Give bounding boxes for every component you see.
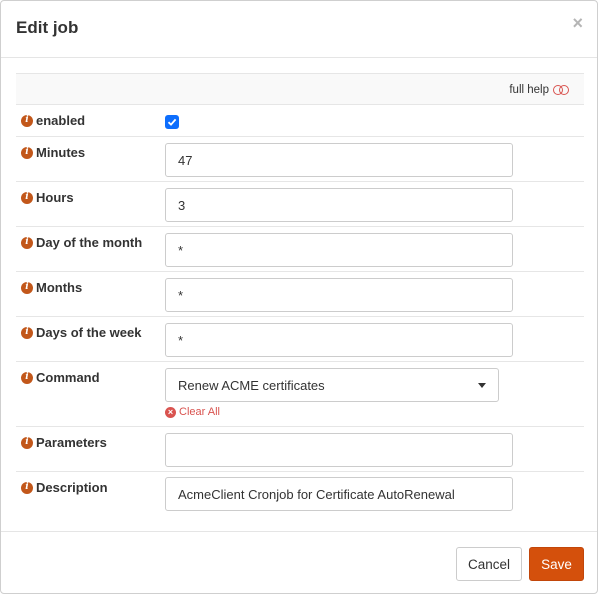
command-selected-value: Renew ACME certificates bbox=[178, 377, 325, 393]
day-of-month-input[interactable] bbox=[165, 233, 513, 267]
description-input[interactable] bbox=[165, 477, 513, 511]
command-select[interactable]: Renew ACME certificates bbox=[165, 368, 499, 402]
full-help-label: full help bbox=[509, 84, 549, 96]
enabled-checkbox[interactable] bbox=[165, 115, 179, 129]
enabled-row: i enabled bbox=[16, 105, 584, 137]
days-of-week-input[interactable] bbox=[165, 323, 513, 357]
dialog-title: Edit job bbox=[16, 18, 79, 37]
minutes-label: i Minutes bbox=[21, 145, 85, 160]
day-of-month-label-text: Day of the month bbox=[36, 235, 143, 250]
days-of-week-label: i Days of the week bbox=[21, 325, 142, 340]
edit-job-dialog: Edit job × full help i enabled i Minutes bbox=[0, 0, 598, 594]
description-label: i Description bbox=[21, 480, 108, 495]
minutes-row: i Minutes bbox=[16, 137, 584, 182]
parameters-label-text: Parameters bbox=[36, 435, 107, 450]
day-of-month-label: i Day of the month bbox=[21, 235, 142, 250]
description-label-text: Description bbox=[36, 480, 108, 495]
close-icon[interactable]: × bbox=[572, 14, 583, 32]
cancel-button[interactable]: Cancel bbox=[456, 547, 522, 581]
description-row: i Description bbox=[16, 472, 584, 517]
parameters-row: i Parameters bbox=[16, 427, 584, 472]
parameters-label: i Parameters bbox=[21, 435, 107, 450]
dialog-header: Edit job × bbox=[1, 1, 597, 58]
help-row: full help bbox=[16, 73, 584, 105]
info-icon[interactable]: i bbox=[21, 236, 33, 249]
info-icon[interactable]: i bbox=[21, 146, 33, 159]
minutes-label-text: Minutes bbox=[36, 145, 86, 160]
info-icon[interactable]: i bbox=[21, 281, 33, 294]
days-of-week-label-text: Days of the week bbox=[36, 325, 142, 340]
info-icon[interactable]: i bbox=[21, 436, 33, 449]
full-help-toggle[interactable]: full help bbox=[509, 84, 570, 96]
command-label-text: Command bbox=[36, 370, 100, 385]
clear-all-label: Clear All bbox=[179, 406, 220, 418]
enabled-label: i enabled bbox=[21, 113, 85, 128]
months-label-text: Months bbox=[36, 280, 83, 295]
minutes-input[interactable] bbox=[165, 143, 513, 177]
day-of-month-row: i Day of the month bbox=[16, 227, 584, 272]
months-input[interactable] bbox=[165, 278, 513, 312]
info-icon[interactable]: i bbox=[21, 114, 33, 127]
months-label: i Months bbox=[21, 280, 82, 295]
hours-label: i Hours bbox=[21, 190, 74, 205]
months-row: i Months bbox=[16, 272, 584, 317]
remove-circle-icon: × bbox=[165, 406, 176, 418]
dialog-footer: Cancel Save bbox=[1, 531, 597, 593]
hours-label-text: Hours bbox=[36, 190, 74, 205]
info-icon[interactable]: i bbox=[21, 326, 33, 339]
info-icon[interactable]: i bbox=[21, 371, 33, 384]
command-row: i Command Renew ACME certificates × Clea… bbox=[16, 362, 584, 427]
info-icon[interactable]: i bbox=[21, 191, 33, 204]
days-of-week-row: i Days of the week bbox=[16, 317, 584, 362]
hours-row: i Hours bbox=[16, 182, 584, 227]
hours-input[interactable] bbox=[165, 188, 513, 222]
enabled-label-text: enabled bbox=[36, 113, 86, 128]
toggle-off-icon bbox=[553, 85, 570, 95]
checkmark-icon bbox=[167, 118, 177, 126]
command-label: i Command bbox=[21, 370, 100, 385]
info-icon[interactable]: i bbox=[21, 481, 33, 494]
caret-down-icon bbox=[478, 382, 486, 388]
clear-all-link[interactable]: × Clear All bbox=[165, 406, 220, 418]
parameters-input[interactable] bbox=[165, 433, 513, 467]
save-button[interactable]: Save bbox=[529, 547, 584, 581]
